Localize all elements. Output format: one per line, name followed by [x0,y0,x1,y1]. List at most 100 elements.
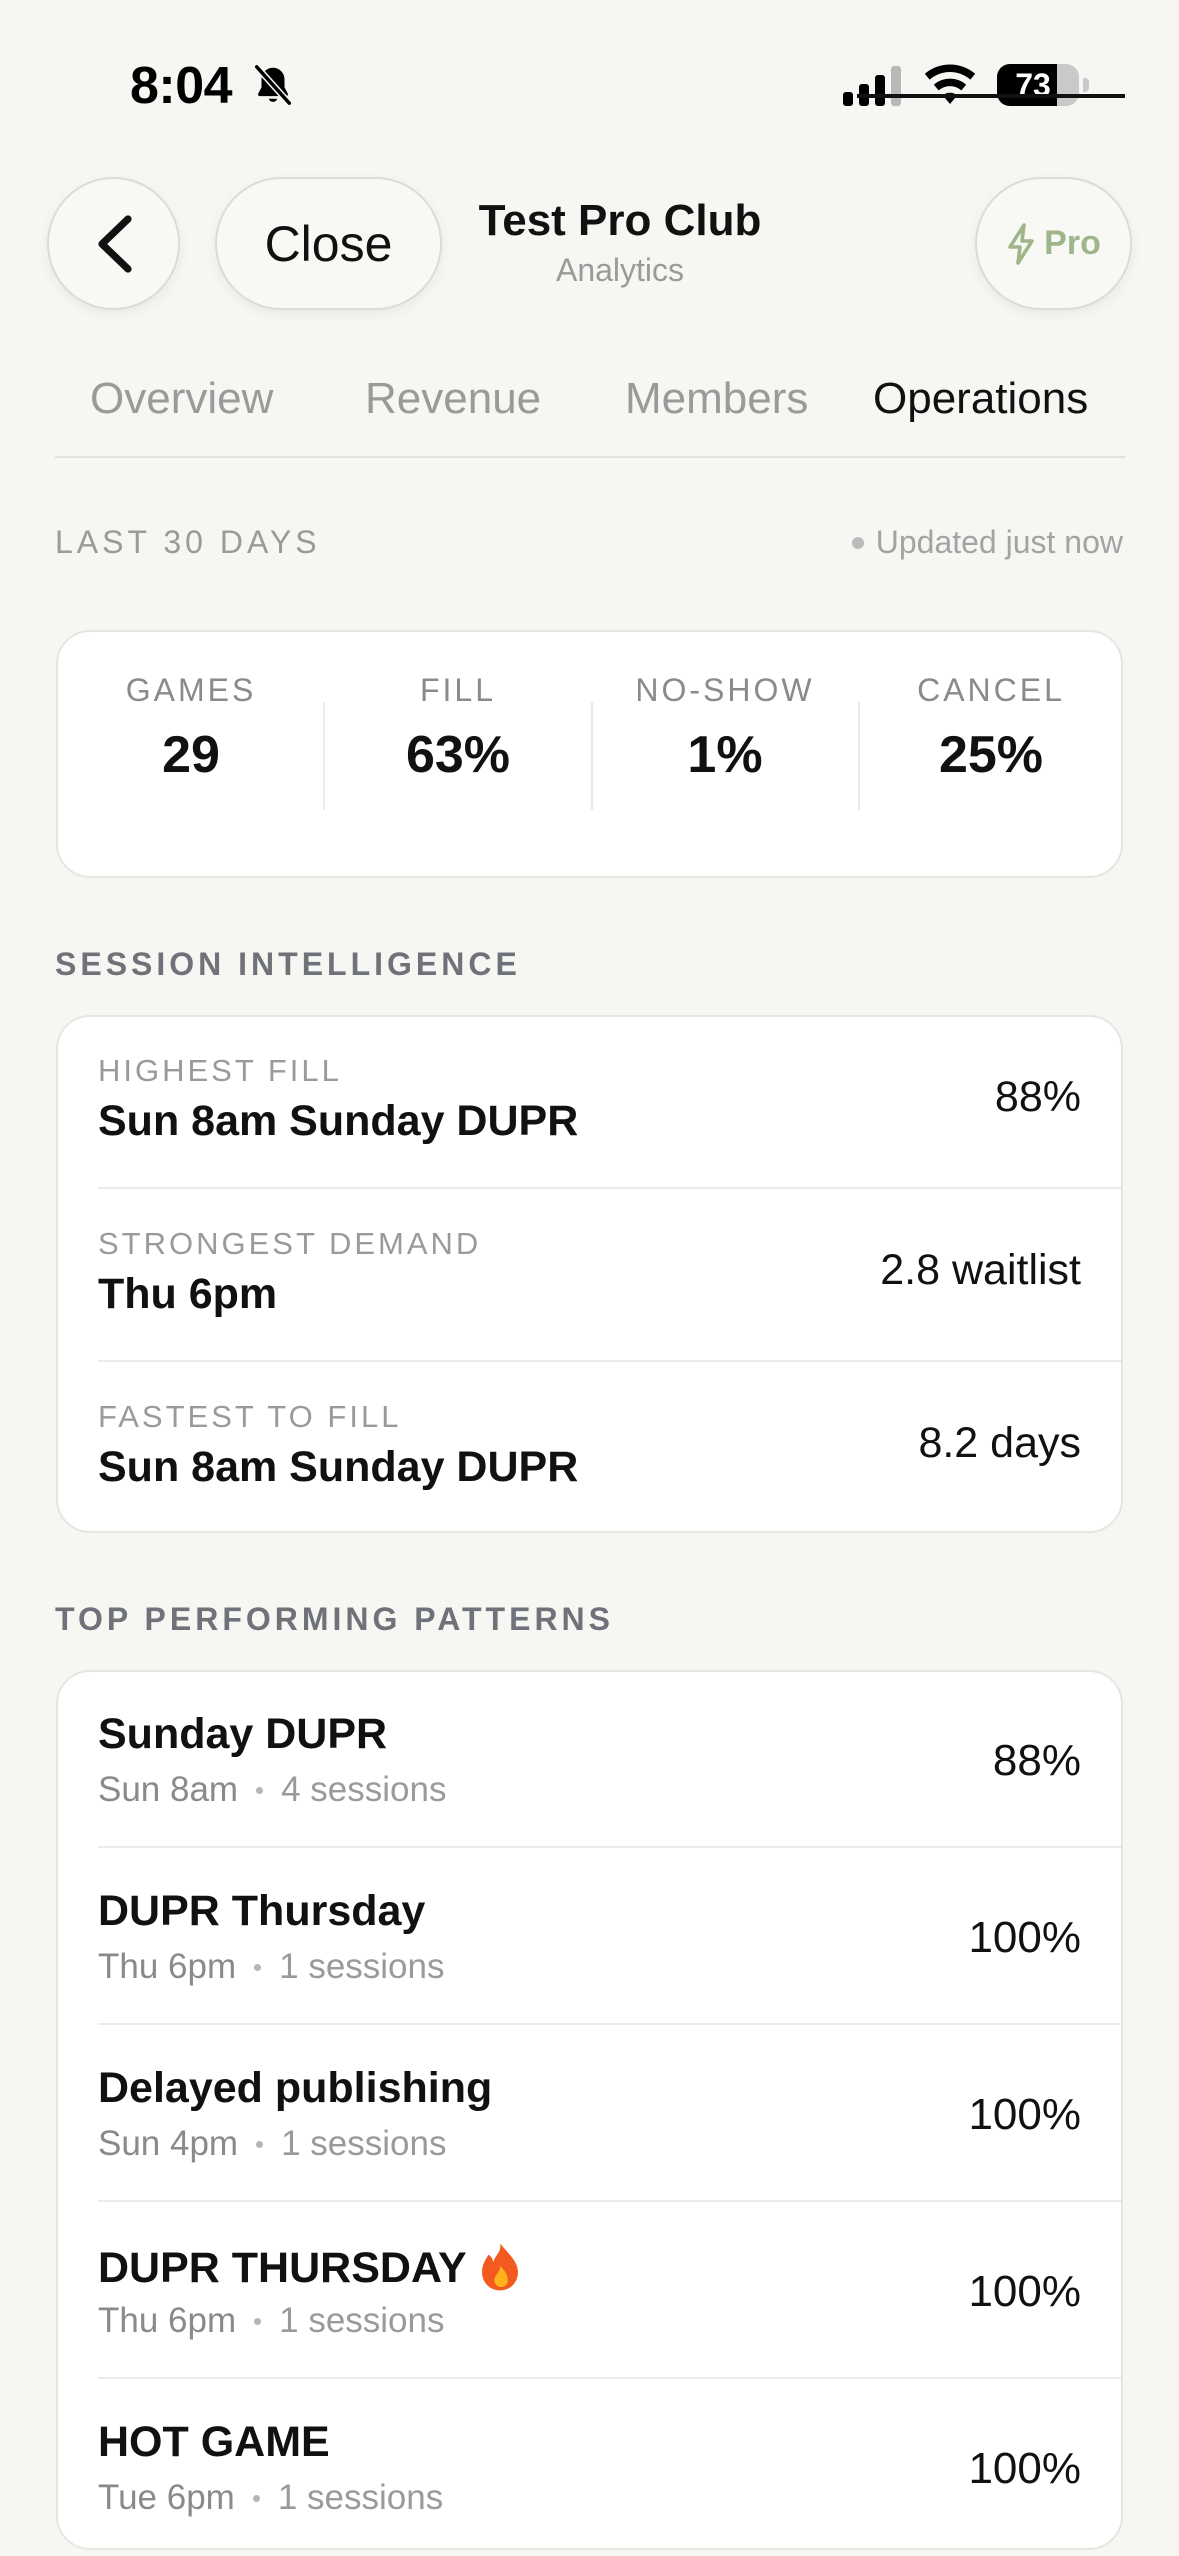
tab-revenue[interactable]: Revenue [365,374,541,424]
status-time: 8:04 [130,57,233,115]
tab-operations[interactable]: Operations [873,374,1088,424]
pattern-title: DUPR Thursday [98,1887,425,1936]
insight-row[interactable]: FASTEST TO FILL Sun 8am Sunday DUPR 8.2 … [98,1363,1081,1535]
insight-title: Sun 8am Sunday DUPR [98,1097,579,1145]
pattern-title: Sunday DUPR [98,1710,387,1759]
separator-dot [254,2317,262,2325]
stat-value: 25% [938,726,1044,784]
pattern-sessions: 1 sessions [277,2478,444,2517]
pattern-time: Tue 6pm [98,2478,235,2517]
row-divider [98,2377,1121,2379]
updated-status: Updated just now [851,524,1123,561]
period-label: LAST 30 DAYS [55,524,321,560]
pattern-fill: 100% [968,2267,1081,2316]
pattern-sessions: 1 sessions [281,2124,447,2163]
insight-label: FASTEST TO FILL [98,1399,402,1434]
pattern-row[interactable]: DUPR Thursday Thu 6pm 1 sessions 100% [98,1849,1121,2025]
row-divider [98,1187,1121,1189]
stat-value: 63% [405,726,511,784]
status-dot-icon [851,536,864,549]
pro-button[interactable]: Pro [975,177,1132,310]
pattern-title: Delayed publishing [98,2064,492,2113]
pattern-sessions: 4 sessions [281,1770,447,1809]
separator-dot [252,2494,260,2502]
stat-label: GAMES [125,672,257,708]
insight-title: Thu 6pm [98,1270,278,1318]
stat-no-show: NO-SHOW 1% [592,672,858,785]
pattern-time: Sun 8am [98,1770,239,1809]
pattern-fill: 88% [992,1736,1081,1785]
pattern-name: DUPR THURSDAY [98,2243,467,2292]
stats-card: GAMES 29 FILL 63% NO-SHOW 1% CANCEL 25% [56,630,1123,878]
battery-icon: 73 [997,64,1079,106]
insight-label: HIGHEST FILL [98,1053,342,1088]
stat-fill: FILL 63% [325,672,591,785]
battery-percent: 73 [1015,67,1051,103]
back-button[interactable] [47,177,180,310]
tab-bar: Overview Revenue Members Operations [55,360,1125,458]
session-intelligence-heading: SESSION INTELLIGENCE [55,946,521,982]
pattern-time: Thu 6pm [98,1947,237,1986]
stat-label: NO-SHOW [635,672,815,708]
separator-dot [254,1963,262,1971]
pattern-name: Sunday DUPR [98,1710,388,1758]
insight-value: 2.8 waitlist [880,1246,1081,1294]
pattern-name: DUPR Thursday [98,1887,426,1935]
pattern-meta: Sun 8am 4 sessions [98,1770,446,1810]
tab-members[interactable]: Members [625,374,808,424]
pattern-fill: 100% [968,2090,1081,2139]
stat-label: FILL [419,672,497,708]
page-title: Test Pro Club [478,196,762,245]
pattern-meta: Thu 6pm 1 sessions [98,2301,445,2341]
pattern-row[interactable]: Delayed publishing Sun 4pm 1 sessions 10… [98,2026,1121,2202]
pattern-sessions: 1 sessions [279,1947,445,1986]
pattern-meta: Sun 4pm 1 sessions [98,2124,446,2164]
insight-label: STRONGEST DEMAND [98,1226,482,1261]
insight-value: 88% [994,1073,1081,1121]
stat-games: GAMES 29 [58,672,324,785]
row-divider [98,2023,1121,2025]
row-divider [98,1846,1121,1848]
active-tab-indicator [857,94,1125,98]
insight-row[interactable]: STRONGEST DEMAND Thu 6pm 2.8 waitlist [98,1190,1121,1362]
top-patterns-heading: TOP PERFORMING PATTERNS [55,1601,614,1637]
pattern-fill: 100% [968,2444,1081,2493]
insight-row[interactable]: HIGHEST FILL Sun 8am Sunday DUPR 88% [98,1017,1121,1189]
top-patterns-card: Sunday DUPR Sun 8am 4 sessions 88% DUPR … [56,1670,1123,2550]
pattern-row[interactable]: HOT GAME Tue 6pm 1 sessions 100% [98,2380,1081,2556]
page-subtitle: Analytics [555,252,685,288]
cellular-signal-icon [843,66,901,106]
insight-title: Sun 8am Sunday DUPR [98,1443,579,1491]
pattern-row[interactable]: DUPR THURSDAY Thu 6pm 1 sessions 100% [98,2203,1121,2379]
close-button[interactable]: Close [215,177,442,310]
pattern-title: DUPR THURSDAY [98,2241,523,2295]
stat-value: 1% [687,726,763,784]
row-divider [98,2200,1121,2202]
lightning-bolt-icon [1008,222,1034,265]
pattern-meta: Tue 6pm 1 sessions [98,2478,443,2518]
row-divider [98,1360,1121,1362]
separator-dot [256,2140,264,2148]
chevron-left-icon [97,214,132,273]
separator-dot [256,1786,264,1794]
pattern-time: Thu 6pm [98,2301,237,2340]
bell-slash-icon [254,64,292,106]
pattern-meta: Thu 6pm 1 sessions [98,1947,445,1987]
stat-label: CANCEL [917,672,1065,708]
tab-overview[interactable]: Overview [90,374,273,424]
stat-value: 29 [162,726,220,784]
pattern-row[interactable]: Sunday DUPR Sun 8am 4 sessions 88% [98,1672,1121,1848]
pattern-name: HOT GAME [98,2418,330,2466]
insight-value: 8.2 days [918,1419,1081,1467]
status-bar: 8:04 73 [0,0,1179,170]
stat-cancel: CANCEL 25% [858,672,1124,785]
pattern-title: HOT GAME [98,2418,330,2467]
battery-tip [1083,78,1089,92]
analytics-screen: 8:04 73 Close Test Pro Club Analytics Pr… [0,0,1179,2556]
pattern-name: Delayed publishing [98,2064,493,2112]
updated-text: Updated just now [875,524,1123,560]
fire-icon [481,2243,518,2291]
pattern-sessions: 1 sessions [279,2301,445,2340]
pattern-fill: 100% [968,1913,1081,1962]
wifi-icon [924,64,976,104]
